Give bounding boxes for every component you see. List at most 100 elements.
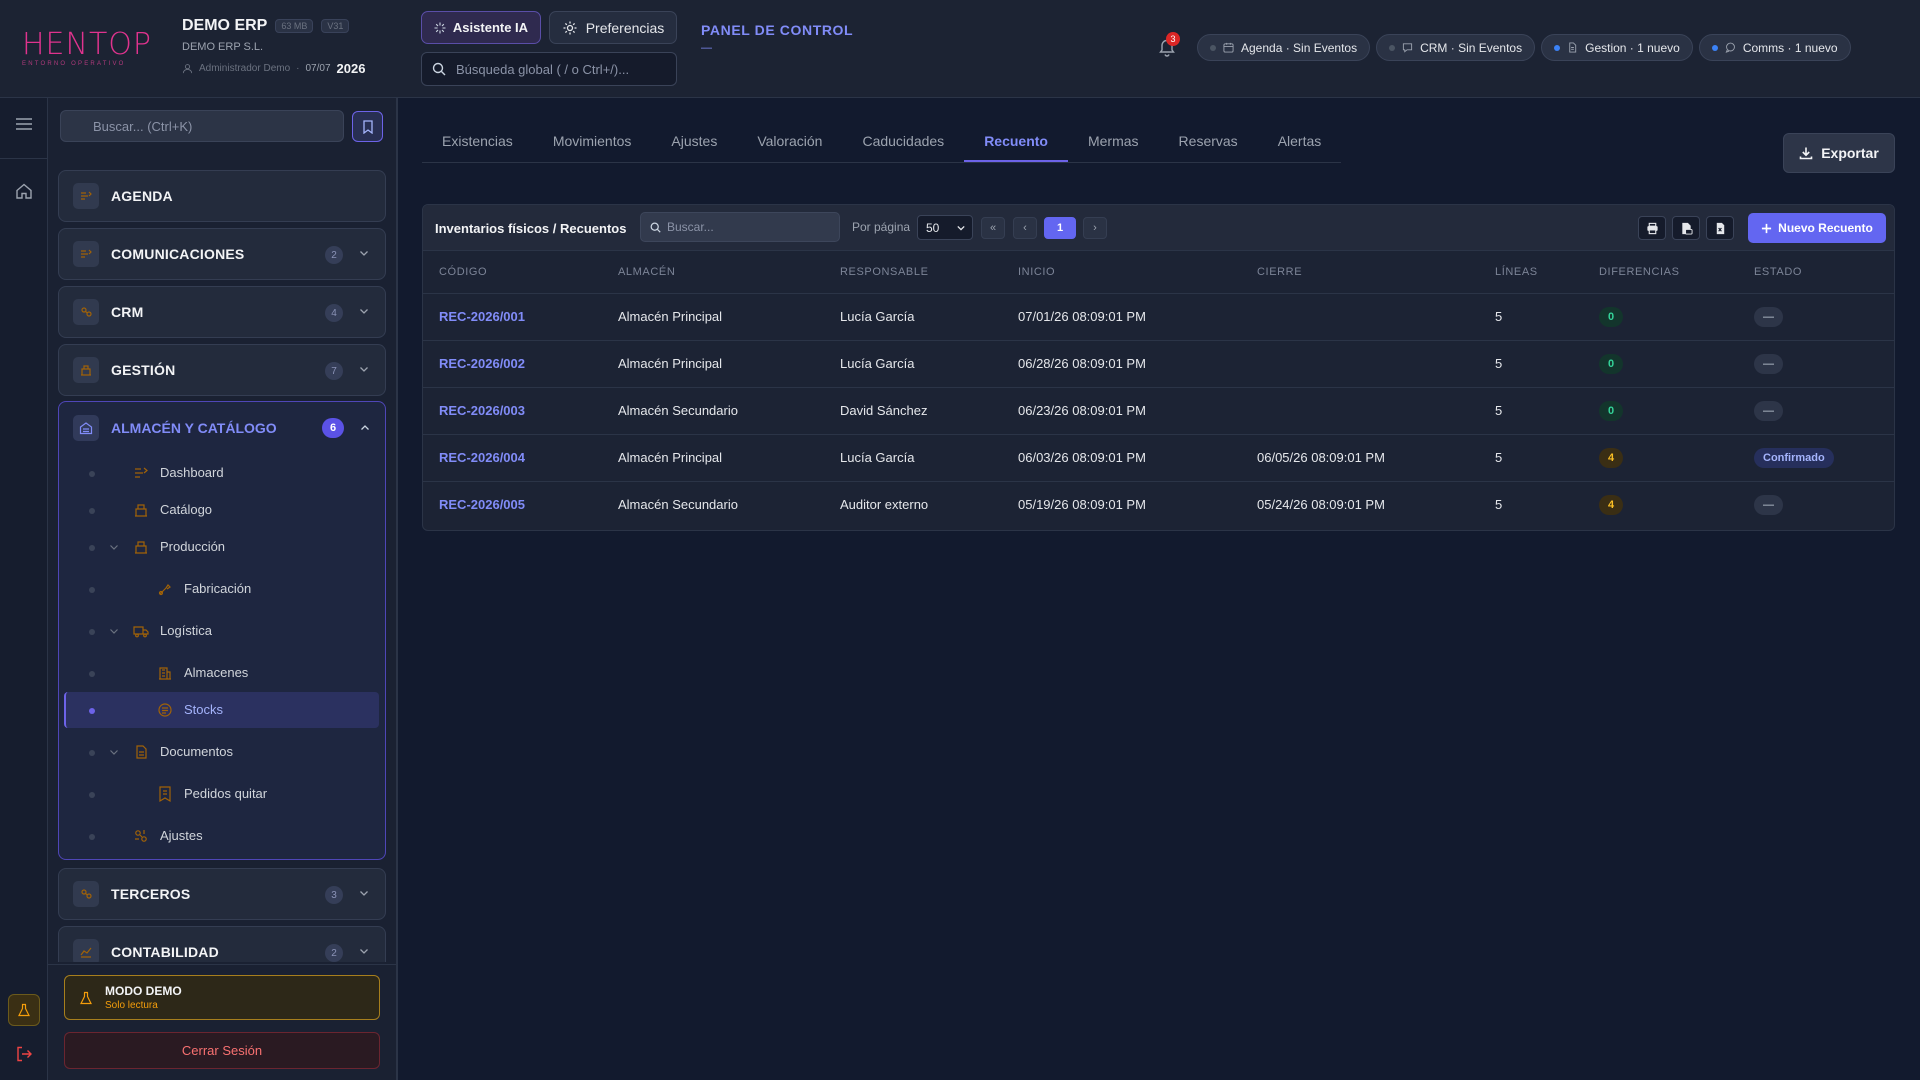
sidebar-section-crm[interactable]: CRM 4 xyxy=(58,286,386,338)
version-badge: V31 xyxy=(321,19,350,33)
differences-cell: 4 xyxy=(1583,481,1738,528)
tab-caducidades[interactable]: Caducidades xyxy=(842,120,964,162)
section-label: TERCEROS xyxy=(111,886,191,902)
sidebar-item-ajustes[interactable]: Ajustes xyxy=(59,818,384,854)
sidebar-item-produccion[interactable]: Producción xyxy=(59,529,384,565)
per-page-select[interactable]: 50 xyxy=(917,215,973,240)
pin-sidebar-button[interactable] xyxy=(352,111,383,142)
global-search-input[interactable] xyxy=(456,61,666,77)
sidebar-item-label: Producción xyxy=(160,539,226,554)
new-recount-button[interactable]: Nuevo Recuento xyxy=(1748,213,1886,243)
first-page-button[interactable]: « xyxy=(981,217,1005,239)
sidebar-item-almacenes[interactable]: Almacenes xyxy=(59,655,384,691)
sidebar-section-agenda[interactable]: AGENDA xyxy=(58,170,386,222)
recount-code-link[interactable]: REC-2026/004 xyxy=(423,434,602,482)
sidebar-item-fabricacion[interactable]: Fabricación xyxy=(59,571,384,607)
bullet xyxy=(89,750,95,756)
home-button[interactable] xyxy=(13,180,35,202)
table-search[interactable] xyxy=(640,212,840,242)
section-label: COMUNICACIONES xyxy=(111,246,245,262)
sidebar-item-stocks[interactable]: Stocks xyxy=(64,692,379,728)
sidebar-item-dashboard[interactable]: Dashboard xyxy=(59,455,384,491)
table-row[interactable]: REC-2026/004 Almacén Principal Lucía Gar… xyxy=(423,434,1894,482)
sidebar-item-documentos[interactable]: Documentos xyxy=(59,734,384,770)
sidebar-section-terceros[interactable]: TERCEROS 3 xyxy=(58,868,386,920)
table-header-row: CÓDIGO ALMACÉN RESPONSABLE INICIO CIERRE… xyxy=(423,251,1894,294)
table-row[interactable]: REC-2026/001 Almacén Principal Lucía Gar… xyxy=(423,293,1894,341)
sidebar-search-input[interactable] xyxy=(93,118,333,134)
section-header[interactable]: ALMACÉN Y CATÁLOGO xyxy=(73,415,277,441)
status-dot xyxy=(1711,44,1718,51)
crm-status-pill[interactable]: CRM · Sin Eventos xyxy=(1376,34,1536,61)
export-excel-button[interactable] xyxy=(1706,216,1734,240)
column-header-estado[interactable]: ESTADO xyxy=(1738,251,1894,294)
table-row[interactable]: REC-2026/005 Almacén Secundario Auditor … xyxy=(423,481,1894,528)
tab-movimientos[interactable]: Movimientos xyxy=(533,120,652,162)
column-header-lineas[interactable]: LÍNEAS xyxy=(1479,251,1583,294)
column-header-responsable[interactable]: RESPONSABLE xyxy=(824,251,1002,294)
table-row[interactable]: REC-2026/002 Almacén Principal Lucía Gar… xyxy=(423,340,1894,388)
column-header-almacen[interactable]: ALMACÉN xyxy=(602,251,824,294)
agenda-status-pill[interactable]: Agenda · Sin Eventos xyxy=(1197,34,1371,61)
previous-page-button[interactable]: ‹ xyxy=(1013,217,1037,239)
comms-status-pill[interactable]: Comms · 1 nuevo xyxy=(1698,34,1851,61)
section-label: CRM xyxy=(111,304,144,320)
search-icon xyxy=(650,222,661,233)
sidebar-item-pedidos-quitar[interactable]: Pedidos quitar xyxy=(59,776,384,812)
sidebar-item-label: Documentos xyxy=(160,744,233,759)
preferences-button[interactable]: Preferencias xyxy=(549,11,677,44)
sidebar-item-label: Catálogo xyxy=(160,502,213,517)
column-header-inicio[interactable]: INICIO xyxy=(1002,251,1241,294)
column-header-cierre[interactable]: CIERRE xyxy=(1241,251,1479,294)
chevron-down-icon[interactable] xyxy=(109,747,119,757)
table-search-input[interactable] xyxy=(667,220,832,234)
app-logo[interactable]: HENTOP ENTORNO OPERATIVO xyxy=(22,30,151,68)
recount-code-link[interactable]: REC-2026/003 xyxy=(423,387,602,435)
recount-code-link[interactable]: REC-2026/001 xyxy=(423,293,602,341)
tab-ajustes[interactable]: Ajustes xyxy=(651,120,737,162)
current-page-button[interactable]: 1 xyxy=(1044,217,1076,239)
logout-rail-button[interactable] xyxy=(13,1043,35,1065)
column-header-diferencias[interactable]: DIFERENCIAS xyxy=(1583,251,1738,294)
sidebar-item-catalogo[interactable]: Catálogo xyxy=(59,492,384,528)
ai-assistant-button[interactable]: Asistente IA xyxy=(421,11,541,44)
status-badge: — xyxy=(1754,353,1783,374)
chevron-up-icon[interactable] xyxy=(360,423,370,433)
next-page-button[interactable]: › xyxy=(1083,217,1107,239)
export-pdf-button[interactable] xyxy=(1672,216,1700,240)
end-cell: 06/05/26 08:09:01 PM xyxy=(1241,434,1479,482)
sidebar-item-logistica[interactable]: Logística xyxy=(59,613,384,649)
demo-mode-rail-button[interactable] xyxy=(8,994,40,1026)
tab-alertas[interactable]: Alertas xyxy=(1258,120,1342,162)
recount-code-link[interactable]: REC-2026/005 xyxy=(423,481,602,528)
tab-existencias[interactable]: Existencias xyxy=(422,120,533,162)
table-row[interactable]: REC-2026/003 Almacén Secundario David Sá… xyxy=(423,387,1894,435)
tab-recuento[interactable]: Recuento xyxy=(964,120,1068,162)
tab-reservas[interactable]: Reservas xyxy=(1159,120,1258,162)
bullet xyxy=(89,471,95,477)
top-header: HENTOP ENTORNO OPERATIVO DEMO ERP 63 MB … xyxy=(0,0,1920,98)
start-cell: 06/03/26 08:09:01 PM xyxy=(1002,434,1241,482)
section-count-badge: 3 xyxy=(325,886,343,904)
chevron-down-icon xyxy=(360,949,368,954)
print-button[interactable] xyxy=(1638,216,1666,240)
sidebar-section-comunicaciones[interactable]: COMUNICACIONES 2 xyxy=(58,228,386,280)
tab-mermas[interactable]: Mermas xyxy=(1068,120,1159,162)
export-button[interactable]: Exportar xyxy=(1783,133,1895,173)
adjust-icon xyxy=(135,830,147,842)
global-search[interactable] xyxy=(421,52,677,86)
chevron-down-icon[interactable] xyxy=(109,626,119,636)
chevron-down-icon[interactable] xyxy=(109,542,119,552)
recount-code-link[interactable]: REC-2026/002 xyxy=(423,340,602,388)
printer-icon xyxy=(1646,222,1658,234)
tab-valoracion[interactable]: Valoración xyxy=(737,120,842,162)
gestion-status-pill[interactable]: Gestion · 1 nuevo xyxy=(1541,34,1693,61)
hamburger-icon xyxy=(16,118,32,130)
sidebar-item-label: Fabricación xyxy=(184,581,252,596)
logout-button[interactable]: Cerrar Sesión xyxy=(64,1032,380,1069)
start-cell: 07/01/26 08:09:01 PM xyxy=(1002,293,1241,341)
menu-toggle-button[interactable] xyxy=(13,113,35,135)
sidebar-section-gestion[interactable]: GESTIÓN 7 xyxy=(58,344,386,396)
sidebar-search[interactable] xyxy=(60,110,344,142)
column-header-codigo[interactable]: CÓDIGO xyxy=(423,251,602,294)
